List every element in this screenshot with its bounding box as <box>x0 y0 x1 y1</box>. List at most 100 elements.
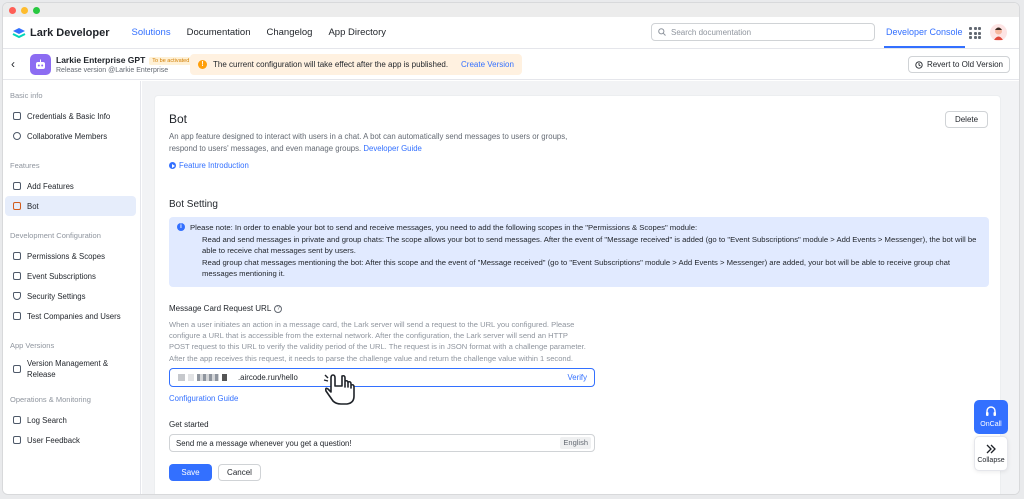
app-name: Larkie Enterprise GPT To be activated <box>56 55 193 65</box>
request-url-input[interactable]: .aircode.run/hello Verify <box>169 368 595 387</box>
revert-old-version-button[interactable]: Revert to Old Version <box>907 56 1010 73</box>
cancel-button[interactable]: Cancel <box>218 464 261 481</box>
search-icon <box>658 28 666 36</box>
app-header: ‹ Larkie Enterprise GPT To be activated R… <box>3 49 1019 80</box>
main-content: Bot Delete An app feature designed to in… <box>142 81 1019 494</box>
search-input[interactable]: Search documentation <box>651 23 875 41</box>
verify-button[interactable]: Verify <box>568 373 588 382</box>
nav-app-directory[interactable]: App Directory <box>328 27 386 38</box>
scopes-info-box: i Please note: In order to enable your b… <box>169 217 989 287</box>
page-title: Bot <box>169 112 188 126</box>
redacted-text <box>178 374 185 381</box>
bot-card: Bot Delete An app feature designed to in… <box>154 95 1001 494</box>
sidebar-section-features: Features <box>10 161 40 170</box>
create-version-link[interactable]: Create Version <box>461 60 514 69</box>
version-icon <box>13 365 21 373</box>
oncall-label: OnCall <box>980 421 1002 428</box>
double-chevron-right-icon <box>986 444 996 454</box>
sidebar-section-app-versions: App Versions <box>10 341 55 350</box>
info-icon: i <box>177 223 185 231</box>
feature-introduction-label: Feature Introduction <box>179 161 249 170</box>
get-started-input[interactable]: Send me a message whenever you get a que… <box>169 434 595 452</box>
feature-introduction-link[interactable]: Feature Introduction <box>169 161 249 170</box>
redacted-text <box>222 374 227 381</box>
sidebar-item-label: Test Companies and Users <box>27 311 121 321</box>
get-started-label: Get started <box>169 420 209 429</box>
top-nav: Lark Developer Solutions Documentation C… <box>3 17 1019 49</box>
url-value: .aircode.run/hello <box>238 373 298 382</box>
app-icon <box>30 54 51 75</box>
redacted-text <box>188 374 194 381</box>
permissions-icon <box>13 252 21 260</box>
search-placeholder: Search documentation <box>671 27 752 37</box>
lark-logo[interactable]: Lark Developer <box>12 27 109 39</box>
add-features-icon <box>13 182 21 190</box>
sidebar: Basic info Credentials & Basic Info Coll… <box>3 81 141 494</box>
sidebar-item-label: Collaborative Members <box>27 131 108 141</box>
save-button[interactable]: Save <box>169 464 212 481</box>
status-badge: To be activated <box>149 56 193 65</box>
delete-button[interactable]: Delete <box>945 111 988 128</box>
sidebar-item-security-settings[interactable]: Security Settings <box>5 286 136 306</box>
credentials-icon <box>13 112 21 120</box>
bot-icon <box>13 202 21 210</box>
configuration-guide-link[interactable]: Configuration Guide <box>169 394 238 403</box>
apps-grid-icon[interactable] <box>969 27 981 39</box>
robot-icon <box>36 59 45 69</box>
sidebar-item-permissions-scopes[interactable]: Permissions & Scopes <box>5 246 136 266</box>
nav-links: Solutions Documentation Changelog App Di… <box>131 27 386 38</box>
nav-changelog[interactable]: Changelog <box>266 27 312 38</box>
sidebar-item-label: Version Management & Release <box>27 359 109 379</box>
sidebar-section-basic-info: Basic info <box>10 91 43 100</box>
revert-label: Revert to Old Version <box>926 60 1003 69</box>
close-window-button[interactable] <box>9 6 16 14</box>
collapse-button[interactable]: Collapse <box>974 436 1008 471</box>
sidebar-item-bot[interactable]: Bot <box>5 196 136 216</box>
maximize-window-button[interactable] <box>33 6 40 14</box>
sidebar-item-label: Log Search <box>27 415 67 425</box>
sidebar-item-event-subscriptions[interactable]: Event Subscriptions <box>5 266 136 286</box>
sidebar-item-label: Security Settings <box>27 291 86 301</box>
sidebar-item-credentials[interactable]: Credentials & Basic Info <box>5 106 136 126</box>
warning-icon: ! <box>198 60 207 69</box>
members-icon <box>13 132 21 140</box>
sidebar-section-operations: Operations & Monitoring <box>10 395 91 404</box>
sidebar-item-add-features[interactable]: Add Features <box>5 176 136 196</box>
language-badge[interactable]: English <box>560 437 591 449</box>
back-arrow-icon[interactable]: ‹ <box>11 57 21 71</box>
sidebar-item-collaborative-members[interactable]: Collaborative Members <box>5 126 136 146</box>
shield-icon <box>13 292 21 300</box>
minimize-window-button[interactable] <box>21 6 28 14</box>
nav-solutions[interactable]: Solutions <box>131 27 170 38</box>
sidebar-item-label: Bot <box>27 201 39 211</box>
config-notice-banner: ! The current configuration will take ef… <box>190 54 522 75</box>
events-icon <box>13 272 21 280</box>
test-icon <box>13 312 21 320</box>
nav-documentation[interactable]: Documentation <box>187 27 251 38</box>
sidebar-section-development-configuration: Development Configuration <box>10 231 101 240</box>
headset-icon <box>986 406 996 416</box>
collapse-label: Collapse <box>977 457 1005 464</box>
info-note-1: Read and send messages in private and gr… <box>202 234 977 256</box>
developer-console-link[interactable]: Developer Console <box>884 17 965 48</box>
brand-name: Lark Developer <box>30 26 110 39</box>
help-icon[interactable]: ? <box>274 304 283 313</box>
app-name-text: Larkie Enterprise GPT <box>56 55 146 65</box>
browser-window: Lark Developer Solutions Documentation C… <box>2 2 1020 495</box>
developer-guide-link[interactable]: Developer Guide <box>363 144 422 153</box>
play-icon <box>169 162 176 169</box>
notice-text: The current configuration will take effe… <box>213 60 449 69</box>
sidebar-item-test-companies[interactable]: Test Companies and Users <box>5 306 136 326</box>
url-description: When a user initiates an action in a mes… <box>169 320 586 363</box>
avatar[interactable] <box>990 24 1007 41</box>
sidebar-item-label: User Feedback <box>27 435 80 445</box>
bot-setting-title: Bot Setting <box>169 199 218 210</box>
app-release-version: Release version @Larkie Enterprise <box>56 67 169 74</box>
pointer-hand-cursor-icon <box>323 374 355 405</box>
sidebar-item-user-feedback[interactable]: User Feedback <box>5 430 136 450</box>
history-icon <box>915 60 923 69</box>
oncall-button[interactable]: OnCall <box>974 400 1008 434</box>
feedback-icon <box>13 436 21 444</box>
sidebar-item-log-search[interactable]: Log Search <box>5 410 136 430</box>
sidebar-item-version-management[interactable]: Version Management & Release <box>5 356 136 382</box>
